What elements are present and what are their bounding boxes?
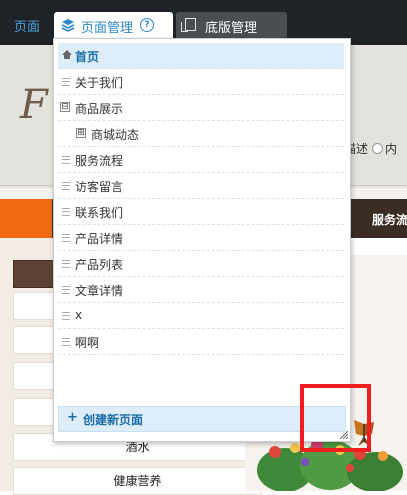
- page-menu-item-label: 联系我们: [75, 206, 124, 220]
- document-copy-icon: [181, 18, 196, 32]
- page-menu-item-label: 产品详情: [75, 232, 124, 246]
- expand-icon[interactable]: ⊞: [76, 128, 86, 138]
- drag-handle-icon[interactable]: [62, 234, 70, 242]
- page-menu-item-about[interactable]: 关于我们: [58, 69, 344, 95]
- help-icon[interactable]: ?: [140, 18, 154, 32]
- page-menu-item-x[interactable]: x: [58, 303, 344, 329]
- radio-button[interactable]: [372, 143, 384, 154]
- tab-base-management-label: 底版管理: [205, 21, 258, 36]
- drag-handle-icon[interactable]: [62, 156, 70, 164]
- drag-handle-icon[interactable]: [62, 338, 70, 346]
- drag-handle-icon[interactable]: [62, 78, 70, 86]
- drag-handle-icon[interactable]: [62, 182, 70, 190]
- page-menu-item-products[interactable]: ⊟ 商品展示: [58, 95, 344, 121]
- collapse-icon[interactable]: ⊟: [60, 102, 70, 112]
- page-menu-item-label: 商城动态: [91, 128, 140, 142]
- tab-base-management[interactable]: 底版管理: [176, 12, 287, 39]
- page-menu-item-label: 服务流程: [75, 154, 124, 168]
- page-menu-item-article-detail[interactable]: 文章详情: [58, 277, 344, 303]
- tab-page-management-label: 页面管理: [81, 21, 134, 36]
- site-logo: F: [20, 82, 48, 128]
- page-menu-item-label: 啊啊: [75, 336, 100, 350]
- tab-page-management[interactable]: 页面管理 ?: [54, 12, 173, 39]
- page-menu-item-label: 关于我们: [75, 76, 124, 90]
- page-menu-item-label: 文章详情: [75, 284, 124, 298]
- nav-item-service[interactable]: 服务流: [372, 211, 407, 228]
- page-menu-item-service-flow[interactable]: 服务流程: [58, 147, 344, 173]
- page-menu-item-label: 访客留言: [75, 180, 124, 194]
- plus-icon: +: [67, 410, 78, 425]
- page-menu-item-home[interactable]: 首页: [58, 43, 344, 69]
- page-menu-item-guestbook[interactable]: 访客留言: [58, 173, 344, 199]
- page-menu-item-label: 商品展示: [75, 102, 124, 116]
- page-menu-item-label: x: [75, 308, 83, 322]
- page-menu-item-aa[interactable]: 啊啊: [58, 329, 344, 355]
- create-new-page-label: 创建新页面: [83, 413, 144, 427]
- page-menu-item-mall-news[interactable]: ⊞ 商城动态: [58, 121, 344, 147]
- page-menu-item-contact[interactable]: 联系我们: [58, 199, 344, 225]
- home-icon: [62, 50, 72, 59]
- page-menu-item-product-detail[interactable]: 产品详情: [58, 225, 344, 251]
- drag-handle-icon[interactable]: [62, 312, 70, 320]
- drag-handle-icon[interactable]: [62, 286, 70, 294]
- nav-active-block[interactable]: [0, 199, 52, 238]
- tab-page[interactable]: 页面: [14, 16, 40, 35]
- highlight-box: [300, 384, 371, 452]
- drag-handle-icon[interactable]: [62, 208, 70, 216]
- page-menu-item-label: 首页: [75, 50, 100, 64]
- page-menu-item-product-list[interactable]: 产品列表: [58, 251, 344, 277]
- layers-icon: [61, 19, 75, 32]
- page-menu-item-label: 产品列表: [75, 258, 124, 272]
- search-options: 描述内: [344, 140, 397, 157]
- drag-handle-icon[interactable]: [62, 260, 70, 268]
- page-menu-dropdown: 首页 关于我们 ⊟ 商品展示 ⊞ 商城动态 服务流程 访客留言 联系我们 产品详…: [53, 38, 351, 442]
- search-option-b-label: 内: [385, 142, 398, 156]
